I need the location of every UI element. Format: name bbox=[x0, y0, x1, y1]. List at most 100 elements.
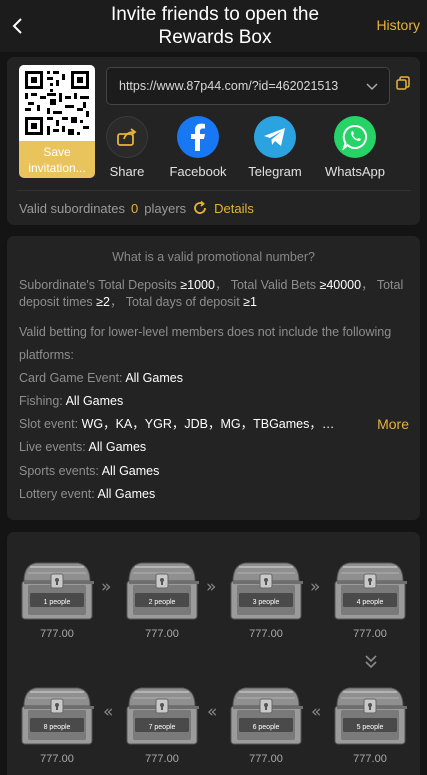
copy-icon[interactable] bbox=[396, 76, 410, 90]
invite-link-select[interactable]: https://www.87p44.com/?id=462021513 bbox=[106, 67, 390, 105]
arrow-left-icon: « bbox=[207, 702, 218, 722]
invite-card: Save invitation... https://www.87p44.com… bbox=[7, 57, 420, 225]
rules-title: What is a valid promotional number? bbox=[112, 250, 315, 264]
top-bar: Invite friends to open the Rewards Box H… bbox=[0, 0, 427, 52]
times-label-b: deposit times bbox=[19, 295, 93, 309]
reward-box-label: 3 people bbox=[252, 599, 280, 606]
slot-row: Slot event: WG，KA，YGR，JDB，MG，TBGames，… bbox=[19, 415, 414, 433]
rules-card: What is a valid promotional number? Subo… bbox=[7, 236, 420, 520]
share-icon bbox=[106, 116, 148, 158]
share-button[interactable]: Share bbox=[106, 116, 148, 179]
sports-row: Sports events: All Games bbox=[19, 462, 159, 480]
rules-note-line2: platforms: bbox=[19, 348, 74, 362]
reward-box-label: 1 people bbox=[43, 599, 71, 606]
divider bbox=[17, 190, 411, 191]
save-invitation-label-line2: invitation... bbox=[28, 161, 86, 175]
reward-box-label: 6 people bbox=[252, 724, 280, 731]
reward-box-label: 8 people bbox=[43, 724, 71, 731]
treasure-chest-icon bbox=[21, 687, 95, 745]
page-title-line1: Invite friends to open the bbox=[110, 4, 320, 25]
reward-box-8[interactable]: 8 people bbox=[20, 684, 95, 746]
treasure-chest-icon bbox=[230, 687, 304, 745]
reward-box-amount: 777.00 bbox=[145, 628, 179, 640]
valid-subordinates-unit: players bbox=[144, 200, 187, 216]
reward-box-5[interactable]: 5 people bbox=[333, 684, 408, 746]
double-chevron-down-icon bbox=[365, 655, 377, 669]
telegram-button[interactable]: Telegram bbox=[247, 116, 303, 179]
rules-note-line1: Valid betting for lower-level members do… bbox=[19, 325, 392, 339]
treasure-chest-icon bbox=[21, 562, 95, 620]
save-invitation-label-line1: Save bbox=[43, 145, 71, 159]
telegram-icon bbox=[254, 116, 296, 158]
reward-box-6[interactable]: 6 people bbox=[229, 684, 304, 746]
fishing-label: Fishing: bbox=[19, 394, 63, 408]
rules-requirements-line2: deposit times ≥2， Total days of deposit … bbox=[19, 295, 257, 309]
details-link[interactable]: Details bbox=[214, 201, 254, 216]
lottery-row: Lottery event: All Games bbox=[19, 485, 155, 503]
whatsapp-button[interactable]: WhatsApp bbox=[323, 116, 387, 179]
qr-code-icon bbox=[19, 65, 95, 141]
reward-box-label: 7 people bbox=[148, 724, 176, 731]
share-label: Share bbox=[109, 164, 145, 179]
card-game-value: All Games bbox=[125, 371, 183, 385]
sports-label: Sports events: bbox=[19, 464, 99, 478]
chevron-left-icon bbox=[12, 18, 22, 34]
history-link[interactable]: History bbox=[376, 17, 420, 33]
live-label: Live events: bbox=[19, 440, 86, 454]
card-game-row: Card Game Event: All Games bbox=[19, 369, 183, 387]
deposits-value: ≥1000 bbox=[180, 278, 215, 292]
live-row: Live events: All Games bbox=[19, 438, 146, 456]
arrow-left-icon: « bbox=[311, 702, 322, 722]
more-link[interactable]: More bbox=[377, 415, 409, 433]
facebook-button[interactable]: Facebook bbox=[168, 116, 228, 179]
valid-subordinates-row: Valid subordinates 0 players Details bbox=[19, 200, 254, 216]
refresh-icon[interactable] bbox=[192, 200, 208, 216]
reward-box-2[interactable]: 2 people bbox=[125, 559, 200, 621]
arrow-right-icon: » bbox=[206, 577, 217, 597]
treasure-chest-icon bbox=[230, 562, 304, 620]
sports-value: All Games bbox=[101, 464, 160, 478]
page-title: Invite friends to open the Rewards Box bbox=[60, 3, 370, 49]
reward-box-amount: 777.00 bbox=[249, 628, 283, 640]
fishing-row: Fishing: All Games bbox=[19, 392, 123, 410]
lottery-label: Lottery event: bbox=[19, 487, 95, 501]
treasure-chest-icon bbox=[126, 562, 200, 620]
reward-box-7[interactable]: 7 people bbox=[125, 684, 200, 746]
save-invitation-button[interactable]: Save invitation... bbox=[19, 65, 95, 178]
chevron-down-icon bbox=[366, 83, 378, 91]
page-title-line2: Rewards Box bbox=[158, 27, 272, 48]
arrow-right-icon: » bbox=[310, 577, 321, 597]
reward-box-label: 5 people bbox=[356, 724, 384, 731]
valid-subordinates-count: 0 bbox=[131, 200, 139, 216]
days-value: ≥1 bbox=[243, 295, 257, 309]
treasure-chest-icon bbox=[126, 687, 200, 745]
bets-value: ≥40000 bbox=[319, 278, 362, 292]
reward-boxes-card: 1 people 777.00 » 2 people 777.00 » 3 pe… bbox=[7, 532, 420, 775]
valid-subordinates-label: Valid subordinates bbox=[19, 200, 125, 216]
fishing-value: All Games bbox=[65, 394, 124, 408]
save-invitation-label: Save invitation... bbox=[19, 144, 95, 176]
treasure-chest-icon bbox=[334, 562, 408, 620]
invite-link-text: https://www.87p44.com/?id=462021513 bbox=[119, 79, 339, 93]
reward-box-1[interactable]: 1 people bbox=[20, 559, 95, 621]
live-value: All Games bbox=[88, 440, 147, 454]
lottery-value: All Games bbox=[97, 487, 156, 501]
facebook-icon bbox=[177, 116, 219, 158]
back-button[interactable] bbox=[6, 12, 28, 40]
telegram-label: Telegram bbox=[248, 164, 302, 179]
slot-label: Slot event: bbox=[19, 417, 79, 431]
reward-box-amount: 777.00 bbox=[40, 753, 74, 765]
days-label: Total days of deposit bbox=[125, 295, 240, 309]
deposits-label: Subordinate's Total Deposits bbox=[19, 278, 177, 292]
reward-box-amount: 777.00 bbox=[145, 753, 179, 765]
arrow-left-icon: « bbox=[103, 702, 114, 722]
facebook-label: Facebook bbox=[169, 164, 227, 179]
slot-value: WG，KA，YGR，JDB，MG，TBGames，… bbox=[81, 417, 335, 431]
treasure-chest-icon bbox=[334, 687, 408, 745]
whatsapp-icon bbox=[334, 116, 376, 158]
reward-box-3[interactable]: 3 people bbox=[229, 559, 304, 621]
reward-box-amount: 777.00 bbox=[353, 628, 387, 640]
reward-box-4[interactable]: 4 people bbox=[333, 559, 408, 621]
bets-label: Total Valid Bets bbox=[230, 278, 316, 292]
arrow-right-icon: » bbox=[101, 577, 112, 597]
